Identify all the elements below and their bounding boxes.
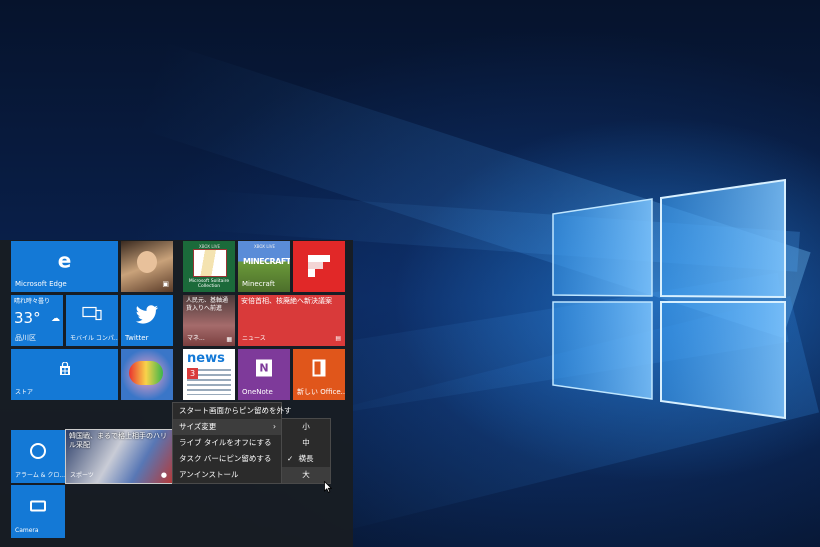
- size-option-large[interactable]: 大: [282, 467, 330, 483]
- tile-onenote[interactable]: N OneNote: [238, 349, 290, 400]
- weather-condition: 晴れ時々曇り: [14, 298, 51, 305]
- menu-item-uninstall[interactable]: アンインストール: [173, 467, 281, 483]
- menu-item-pin-taskbar[interactable]: タスク バーにピン留めする: [173, 451, 281, 467]
- tile-flipboard[interactable]: [293, 241, 345, 292]
- tile-label: ニュース: [242, 335, 266, 342]
- tile-label: Twitter: [125, 334, 149, 342]
- news-badge-icon: 3: [187, 368, 198, 379]
- tile-candy-crush[interactable]: [121, 349, 173, 400]
- menu-item-live-tile-off[interactable]: ライブ タイルをオフにする: [173, 435, 281, 451]
- chart-icon: ▦: [226, 336, 232, 343]
- weather-city: 品川区: [15, 334, 36, 342]
- store-bag-icon: [59, 362, 70, 376]
- photo-icon: ▣: [162, 280, 169, 288]
- playing-cards-icon: [193, 249, 227, 277]
- tile-twitter[interactable]: Twitter: [121, 295, 173, 346]
- trophy-icon: ●: [160, 471, 167, 479]
- weather-temperature: 33°: [14, 309, 41, 327]
- tile-label: モバイル コンパ...: [70, 335, 118, 342]
- tile-money[interactable]: 人民元、基軸通貨入りへ前進 マネ... ▦: [183, 295, 235, 346]
- chevron-right-icon: ›: [273, 422, 276, 431]
- tile-context-menu: スタート画面からピン留めを外す サイズ変更 › ライブ タイルをオフにする タス…: [172, 402, 292, 484]
- cloud-icon: ☁: [51, 314, 60, 324]
- tile-label: 新しい Office...: [297, 388, 345, 396]
- news-headline: 安倍首相、核廃絶へ新決議案: [241, 297, 332, 305]
- tile-label: Minecraft: [242, 280, 275, 288]
- newspaper-icon: ▤: [335, 335, 341, 342]
- size-option-small[interactable]: 小: [282, 419, 330, 435]
- office-icon: [312, 359, 326, 377]
- tile-label: アラーム & クロ...: [15, 472, 65, 479]
- tile-camera[interactable]: Camera: [11, 485, 65, 538]
- candy-icon: [129, 361, 163, 385]
- mouse-cursor-icon: [324, 481, 332, 493]
- tile-office[interactable]: 新しい Office...: [293, 349, 345, 400]
- sports-headline: 韓国戦、まるで格上相手のハリル采配: [69, 432, 167, 449]
- checkmark-icon: ✓: [287, 454, 294, 463]
- size-submenu: 小 中 ✓ 横長 大: [281, 418, 331, 484]
- tile-news[interactable]: 安倍首相、核廃絶へ新決議案 ニュース ▤: [238, 295, 345, 346]
- tile-news-app[interactable]: news 3: [183, 349, 235, 400]
- tile-label: Microsoft Edge: [15, 280, 67, 288]
- size-option-medium[interactable]: 中: [282, 435, 330, 451]
- edge-icon: e: [57, 248, 72, 273]
- tile-minecraft[interactable]: XBOX LIVE MINECRAFT Minecraft: [238, 241, 290, 292]
- xbox-live-badge: XBOX LIVE: [254, 244, 275, 249]
- start-menu: e Microsoft Edge ▣ XBOX LIVE Microsoft S…: [0, 240, 353, 547]
- size-option-wide-label: 横長: [298, 454, 314, 463]
- camera-icon: [30, 500, 46, 512]
- tile-label: Microsoft Solitaire Collection: [188, 279, 230, 289]
- tile-solitaire[interactable]: XBOX LIVE Microsoft Solitaire Collection: [183, 241, 235, 292]
- tile-microsoft-edge[interactable]: e Microsoft Edge: [11, 241, 118, 292]
- onenote-icon: N: [256, 359, 272, 377]
- tile-label: ストア: [15, 389, 34, 396]
- flipboard-icon: [308, 255, 330, 277]
- tile-weather[interactable]: 晴れ時々曇り 33° ☁ 品川区: [11, 295, 63, 346]
- tile-mobile-companion[interactable]: モバイル コンパ...: [66, 295, 118, 346]
- menu-item-resize[interactable]: サイズ変更 ›: [173, 419, 281, 435]
- photo-child-image: [137, 251, 157, 273]
- tile-photos[interactable]: ▣: [121, 241, 173, 292]
- twitter-bird-icon: [135, 305, 158, 324]
- menu-item-unpin-start[interactable]: スタート画面からピン留めを外す: [173, 403, 292, 419]
- minecraft-logo-icon: MINECRAFT: [243, 257, 290, 266]
- tile-label: Camera: [15, 527, 39, 534]
- tile-alarms-clock[interactable]: アラーム & クロ...: [11, 430, 65, 483]
- tile-label: OneNote: [242, 388, 273, 396]
- tile-store[interactable]: ストア: [11, 349, 118, 400]
- tile-sports[interactable]: 韓国戦、まるで格上相手のハリル采配 スポーツ ●: [65, 429, 173, 484]
- menu-item-resize-label: サイズ変更: [179, 422, 217, 431]
- tile-label: マネ...: [187, 335, 205, 342]
- tile-label: スポーツ: [70, 472, 94, 479]
- size-option-wide[interactable]: ✓ 横長: [282, 451, 330, 467]
- money-headline: 人民元、基軸通貨入りへ前進: [186, 297, 229, 312]
- alarm-clock-icon: [30, 443, 46, 460]
- laptop-phone-icon: [82, 307, 102, 324]
- news-app-title: news: [187, 351, 225, 366]
